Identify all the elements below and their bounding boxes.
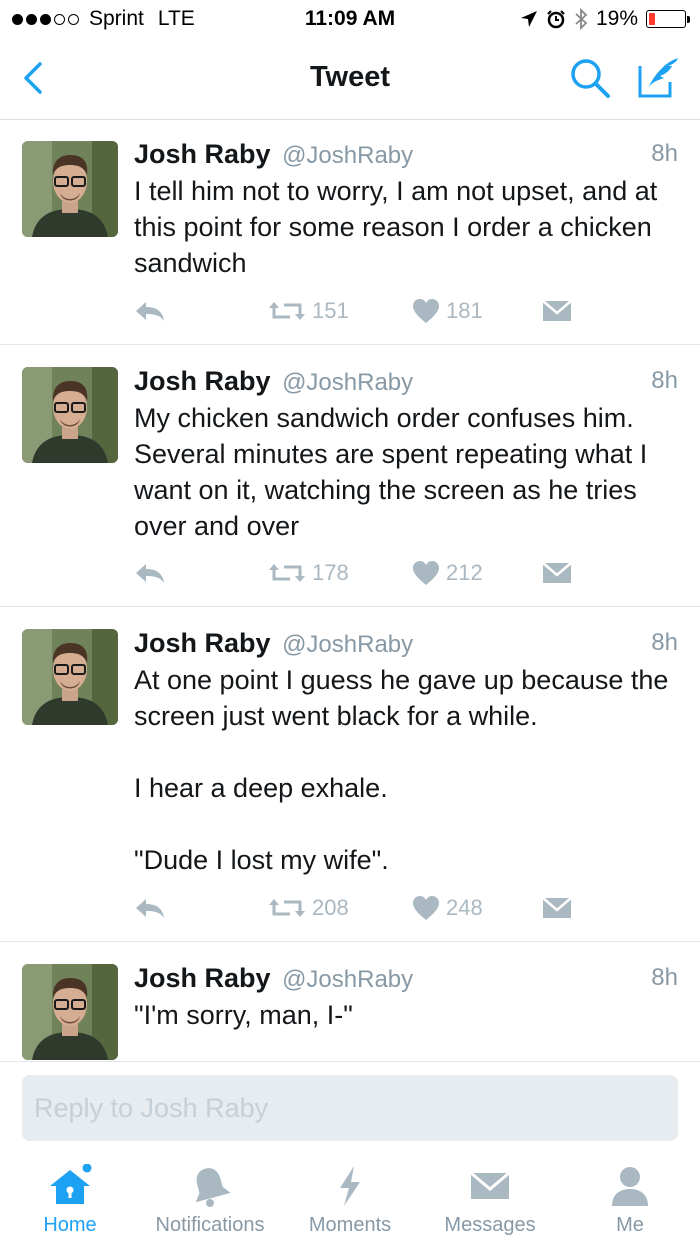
tab-bar: Home Notifications Moments Messages Me [0, 1156, 700, 1245]
envelope-icon [470, 1171, 510, 1199]
person-icon [612, 1167, 648, 1206]
nav-bar: Tweet [0, 40, 700, 120]
tab-home[interactable]: Home [0, 1156, 140, 1245]
battery-icon [646, 10, 686, 28]
tweet[interactable]: Josh Raby @JoshRaby 8h "I'm sorry, man, … [0, 942, 700, 1061]
reply-icon [136, 564, 164, 583]
like-count: 248 [446, 895, 483, 920]
author-name[interactable]: Josh Raby [134, 628, 271, 658]
avatar[interactable] [22, 141, 118, 237]
tweet-actions: 178 212 [134, 558, 584, 588]
avatar[interactable] [22, 367, 118, 463]
avatar[interactable] [22, 629, 118, 725]
tab-label: Notifications [155, 1214, 265, 1236]
tab-label: Messages [444, 1214, 536, 1236]
tweet-text: At one point I guess he gave up because … [134, 665, 669, 875]
retweet-icon [269, 899, 305, 917]
reply-icon [136, 302, 164, 321]
tweet-time: 8h [651, 964, 678, 991]
envelope-icon [542, 562, 572, 583]
tab-messages[interactable]: Messages [420, 1156, 560, 1245]
envelope-icon [542, 897, 572, 918]
tweet-time: 8h [651, 140, 678, 167]
home-icon [50, 1164, 92, 1204]
tab-label: Me [616, 1214, 644, 1236]
like-button[interactable]: 212 [412, 558, 483, 588]
status-bar: Sprint LTE 11:09 AM 19% [0, 0, 700, 40]
tab-label: Home [43, 1214, 97, 1236]
direct-message-button[interactable] [542, 893, 572, 923]
tweet-text: My chicken sandwich order confuses him. … [134, 403, 648, 541]
location-arrow-icon [520, 11, 537, 27]
tweet-text: I tell him not to worry, I am not upset,… [134, 176, 658, 278]
tweet-time: 8h [651, 367, 678, 394]
compose-icon[interactable] [636, 54, 682, 100]
avatar[interactable] [22, 964, 118, 1060]
retweet-count: 208 [312, 895, 349, 920]
reply-input[interactable] [22, 1075, 678, 1141]
heart-icon [413, 299, 439, 323]
tweet-time: 8h [651, 629, 678, 656]
alarm-clock-icon [547, 10, 565, 29]
tweet-text: "I'm sorry, man, I-" [134, 1000, 353, 1030]
author-handle[interactable]: @JoshRaby [282, 966, 413, 993]
author-handle[interactable]: @JoshRaby [282, 142, 413, 169]
retweet-count: 151 [312, 298, 349, 323]
tweet-header: Josh Raby @JoshRaby 8h [134, 628, 678, 662]
tweet-actions: 208 248 [134, 893, 584, 923]
direct-message-button[interactable] [542, 558, 572, 588]
tweet-header: Josh Raby @JoshRaby 8h [134, 963, 678, 997]
bluetooth-icon [575, 8, 588, 30]
like-button[interactable]: 248 [412, 893, 483, 923]
tweet-header: Josh Raby @JoshRaby 8h [134, 139, 678, 173]
tweet-header: Josh Raby @JoshRaby 8h [134, 366, 678, 400]
retweet-button[interactable]: 178 [268, 558, 349, 588]
reply-button[interactable] [134, 558, 166, 588]
like-count: 181 [446, 298, 483, 323]
author-handle[interactable]: @JoshRaby [282, 369, 413, 396]
heart-icon [413, 561, 439, 585]
author-name[interactable]: Josh Raby [134, 963, 271, 993]
status-right: 19% [520, 7, 690, 31]
like-button[interactable]: 181 [412, 296, 483, 326]
tab-me[interactable]: Me [560, 1156, 700, 1245]
reply-icon [136, 899, 164, 918]
tab-label: Moments [308, 1214, 392, 1236]
tweet[interactable]: Josh Raby @JoshRaby 8h My chicken sandwi… [0, 345, 700, 607]
tab-moments[interactable]: Moments [280, 1156, 420, 1245]
lightning-icon [340, 1166, 360, 1206]
retweet-icon [269, 564, 305, 582]
tweet[interactable]: Josh Raby @JoshRaby 8h At one point I gu… [0, 607, 700, 942]
battery-percent: 19% [595, 7, 638, 30]
heart-icon [413, 896, 439, 920]
direct-message-button[interactable] [542, 296, 572, 326]
retweet-icon [269, 302, 305, 320]
retweet-button[interactable]: 151 [268, 296, 349, 326]
author-name[interactable]: Josh Raby [134, 139, 271, 169]
reply-button[interactable] [134, 893, 166, 923]
retweet-count: 178 [312, 560, 349, 585]
tweet[interactable]: Josh Raby @JoshRaby 8h I tell him not to… [0, 121, 700, 345]
reply-box [22, 1075, 678, 1141]
tab-notifications[interactable]: Notifications [140, 1156, 280, 1245]
tweet-list: Josh Raby @JoshRaby 8h I tell him not to… [0, 121, 700, 1061]
like-count: 212 [446, 560, 483, 585]
search-icon[interactable] [568, 56, 612, 100]
reply-bar [0, 1061, 700, 1156]
author-handle[interactable]: @JoshRaby [282, 631, 413, 658]
envelope-icon [542, 300, 572, 321]
bell-icon [195, 1168, 231, 1207]
reply-button[interactable] [134, 296, 166, 326]
author-name[interactable]: Josh Raby [134, 366, 271, 396]
retweet-button[interactable]: 208 [268, 893, 349, 923]
tweet-actions: 151 181 [134, 296, 584, 326]
